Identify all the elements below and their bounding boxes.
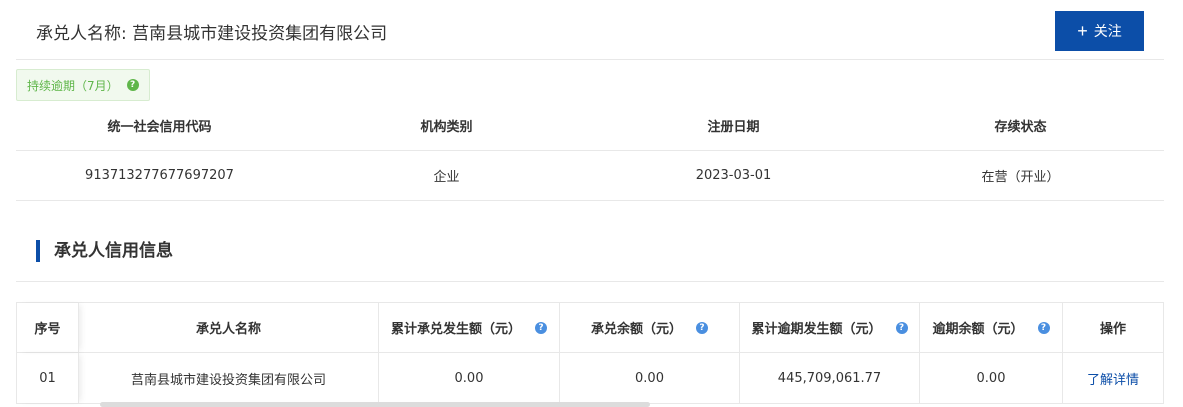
info-reg-date: 2023-03-01 xyxy=(695,168,772,183)
col-header-name: 承兑人名称 xyxy=(79,303,379,352)
cell-cum-overdue: 445,709,061.77 xyxy=(740,353,920,403)
cell-index: 01 xyxy=(17,353,79,403)
col-header-overdue-balance-label: 逾期余额（元） xyxy=(932,322,1024,337)
acceptor-title: 承兑人名称: 莒南县城市建设投资集团有限公司 xyxy=(36,24,388,44)
col-header-cum-accept-label: 累计承兑发生额（元） xyxy=(390,322,521,337)
col-header-overdue-balance: 逾期余额（元） ? xyxy=(920,303,1063,352)
follow-button[interactable]: + 关注 xyxy=(1055,11,1144,51)
credit-table-header: 序号 承兑人名称 累计承兑发生额（元） ? 承兑余额（元） ? 累计逾期发生额（… xyxy=(17,303,1163,353)
section-divider xyxy=(16,281,1164,282)
credit-table: 序号 承兑人名称 累计承兑发生额（元） ? 承兑余额（元） ? 累计逾期发生额（… xyxy=(16,302,1164,404)
status-badge: 持续逾期（7月） ? xyxy=(16,69,150,101)
col-header-cum-overdue: 累计逾期发生额（元） ? xyxy=(740,303,920,352)
page-header: 承兑人名称: 莒南县城市建设投资集团有限公司 + 关注 xyxy=(16,0,1164,60)
table-row: 01 莒南县城市建设投资集团有限公司 0.00 0.00 445,709,061… xyxy=(17,353,1163,403)
question-icon[interactable]: ? xyxy=(1037,321,1050,334)
col-header-index: 序号 xyxy=(17,303,79,352)
question-icon[interactable]: ? xyxy=(895,321,908,334)
info-header-row: 统一社会信用代码 机构类别 注册日期 存续状态 xyxy=(16,101,1164,151)
cell-name: 莒南县城市建设投资集团有限公司 xyxy=(79,353,379,403)
cell-accept-balance: 0.00 xyxy=(560,353,740,403)
question-icon[interactable]: ? xyxy=(126,79,139,91)
info-credit-code: 913713277677697207 xyxy=(85,168,234,183)
cell-overdue-balance: 0.00 xyxy=(920,353,1063,403)
col-header-action: 操作 xyxy=(1099,322,1126,337)
col-header-accept-balance-label: 承兑余额（元） xyxy=(590,322,682,337)
plus-icon: + xyxy=(1077,21,1088,41)
cell-cum-accept: 0.00 xyxy=(379,353,560,403)
info-status: 在营（开业） xyxy=(981,170,1060,185)
status-badge-label: 持续逾期（7月） xyxy=(27,78,119,93)
info-header-status: 存续状态 xyxy=(994,120,1047,135)
section-title: 承兑人信用信息 xyxy=(36,240,173,262)
follow-label: 关注 xyxy=(1093,23,1122,39)
col-header-accept-balance: 承兑余额（元） ? xyxy=(560,303,740,352)
info-header-org-type: 机构类别 xyxy=(420,120,473,135)
horizontal-scrollbar[interactable] xyxy=(100,402,650,407)
info-header-reg-date: 注册日期 xyxy=(707,120,760,135)
info-org-type: 企业 xyxy=(433,170,460,185)
question-icon[interactable]: ? xyxy=(696,321,708,334)
col-header-cum-accept: 累计承兑发生额（元） ? xyxy=(379,303,560,352)
question-icon[interactable]: ? xyxy=(535,321,547,334)
col-header-cum-overdue-label: 累计逾期发生额（元） xyxy=(751,322,882,337)
basic-info-table: 统一社会信用代码 机构类别 注册日期 存续状态 9137132776776972… xyxy=(16,101,1164,201)
details-link[interactable]: 了解详情 xyxy=(1087,369,1139,388)
cell-action: 了解详情 xyxy=(1063,353,1163,403)
info-value-row: 913713277677697207 企业 2023-03-01 在营（开业） xyxy=(16,151,1164,201)
info-header-credit-code: 统一社会信用代码 xyxy=(107,120,212,135)
